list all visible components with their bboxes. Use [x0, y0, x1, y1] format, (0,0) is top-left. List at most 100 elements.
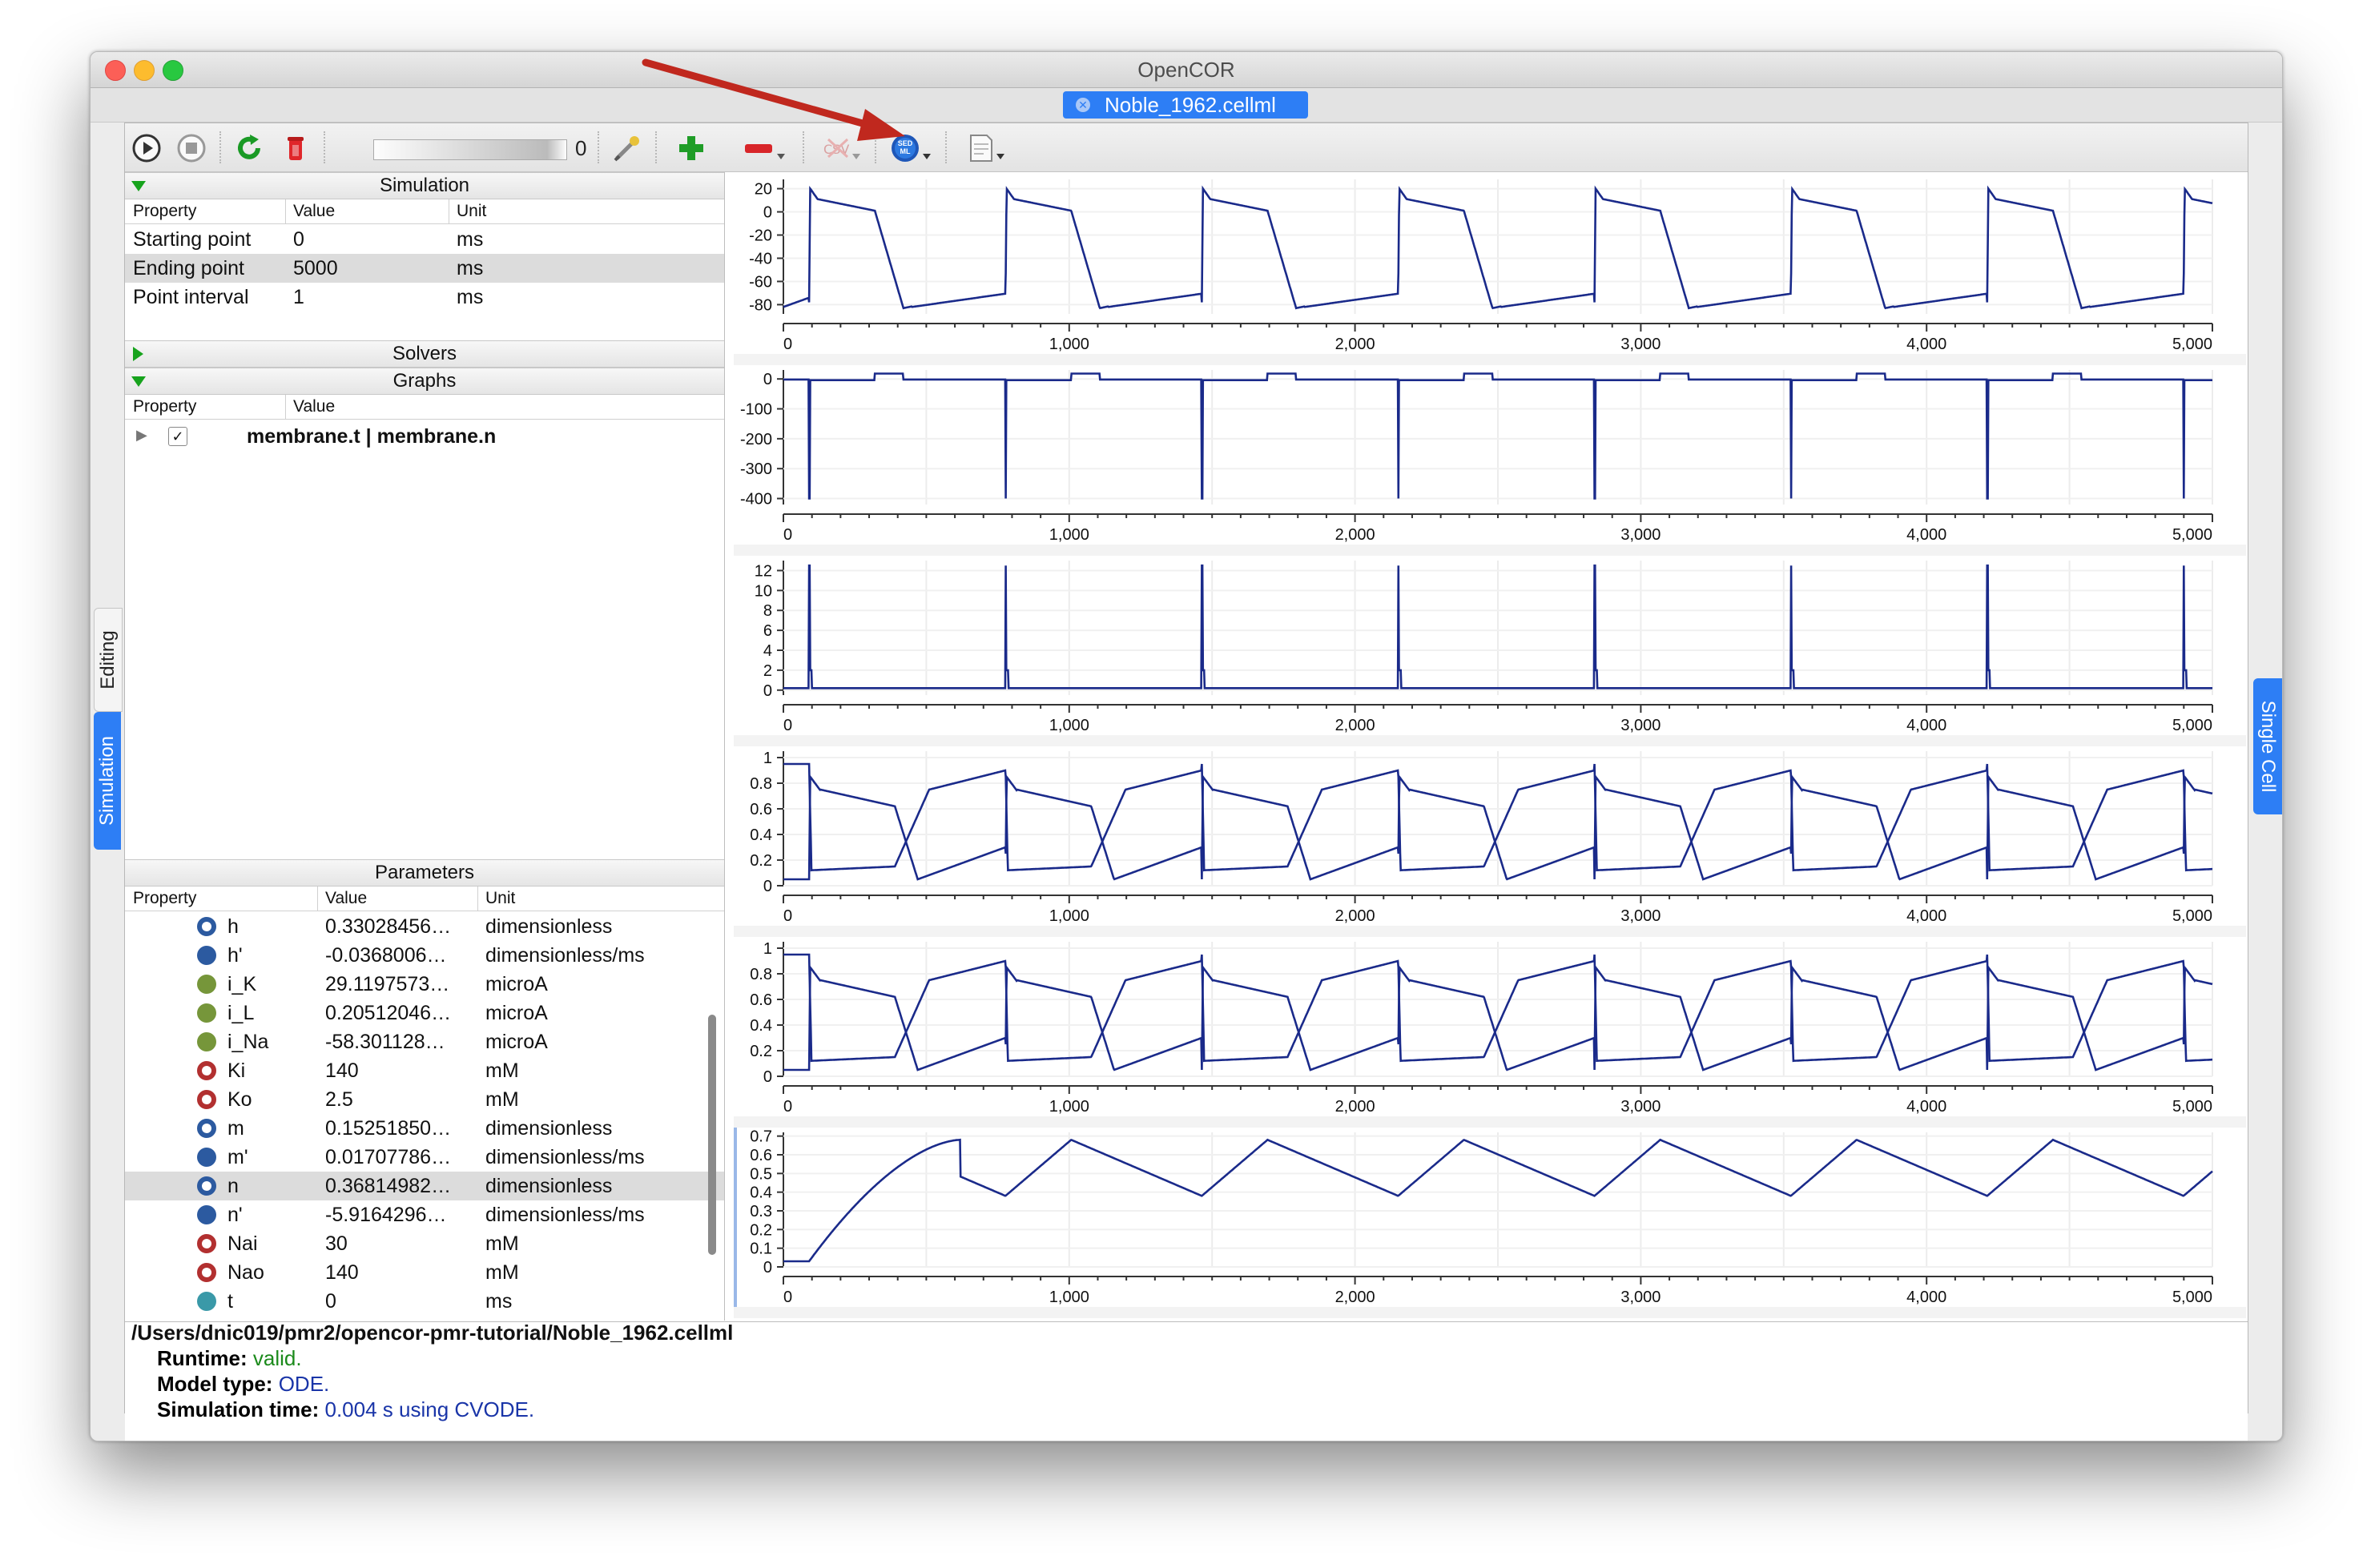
panel-splitter[interactable]: [734, 735, 2246, 746]
y-tick-label: 0.2: [750, 852, 772, 870]
x-tick-label: 2,000: [1335, 526, 1375, 544]
close-tab-icon[interactable]: ✕: [1076, 98, 1090, 112]
stop-icon[interactable]: [176, 133, 207, 163]
graph-item[interactable]: ▶ ✓ membrane.t | membrane.n: [125, 422, 724, 451]
parameter-value[interactable]: 0.15251850…: [325, 1117, 451, 1140]
property-value[interactable]: 1: [293, 286, 304, 309]
sedml-label: SED ML: [897, 139, 913, 155]
graph-panel[interactable]: 1 0.8 0.6 0.4 0.2 00 1,000 2,000 3,000 4,000 5,000: [734, 937, 2246, 1116]
parameter-value[interactable]: 30: [325, 1232, 348, 1256]
parameter-row[interactable]: t 0 ms: [125, 1287, 724, 1316]
graph-panel-bg: [734, 556, 2246, 735]
simulation-data-export-icon[interactable]: [966, 133, 1011, 163]
expand-graph-icon[interactable]: ▶: [136, 427, 147, 444]
clear-icon[interactable]: [280, 133, 311, 163]
graph-panel[interactable]: 1 0.8 0.6 0.4 0.2 00 1,000 2,000 3,000 4,000 5,000: [734, 746, 2246, 926]
progress-value: 0: [575, 136, 587, 160]
parameter-value[interactable]: 2.5: [325, 1088, 353, 1112]
simulation-section-title: Simulation: [379, 175, 470, 196]
simulation-mode-tab[interactable]: Simulation: [94, 712, 121, 850]
parameter-row[interactable]: h' -0.0368006… dimensionless/ms: [125, 941, 724, 970]
column-unit: Unit: [457, 202, 487, 220]
graph-panel[interactable]: 20 0 -20 -40 -60 -80 0 1,000 2,000 3,000 4,000 5,00…: [734, 175, 2246, 354]
parameter-row[interactable]: Nao 140 mM: [125, 1258, 724, 1287]
parameter-row[interactable]: n 0.36814982… dimensionless: [125, 1172, 724, 1200]
parameter-row[interactable]: i_Na -58.301128… microA: [125, 1027, 724, 1056]
add-graph-icon[interactable]: [676, 133, 706, 163]
parameter-row[interactable]: m 0.15251850… dimensionless: [125, 1114, 724, 1143]
graph-panels: 20 0 -20 -40 -60 -80 0 1,000 2,000 3,000 4,000 5,00…: [734, 175, 2246, 1321]
solvers-section-title: Solvers: [392, 343, 457, 364]
parameter-value[interactable]: 140: [325, 1059, 359, 1083]
parameter-type-icon: [197, 946, 216, 965]
graph-panel[interactable]: 12 10 8 6 4 2 00 1,000 2,000 3,000 4,000 5,000: [734, 556, 2246, 735]
console-path: /Users/dnic019/pmr2/opencor-pmr-tutorial…: [131, 1321, 734, 1345]
parameter-row[interactable]: h 0.33028456… dimensionless: [125, 912, 724, 941]
parameter-value[interactable]: 0.01707786…: [325, 1146, 451, 1169]
reset-icon[interactable]: [234, 133, 264, 163]
parameter-type-icon: [197, 1176, 216, 1196]
toolbar-separator: [945, 131, 947, 163]
graph-panel[interactable]: 0 -100 -200 -300 -400 0 1,000 2,000 3,000 4,000 5,…: [734, 365, 2246, 545]
x-tick-label: 2,000: [1335, 1098, 1375, 1116]
graph-panels-svg[interactable]: 200-20-40-60-800 1,000 2,000 3,000 4,000 5,00…: [734, 175, 2246, 1321]
output-console: /Users/dnic019/pmr2/opencor-pmr-tutorial…: [125, 1321, 2248, 1441]
panel-splitter[interactable]: [734, 926, 2246, 937]
file-tab-noble-1962[interactable]: ✕ Noble_1962.cellml: [1063, 91, 1308, 119]
toolbar-separator: [598, 131, 599, 163]
parameters-section-header[interactable]: Parameters: [125, 859, 724, 887]
parameters-scrollbar[interactable]: [708, 1015, 716, 1255]
parameter-name: n: [227, 1175, 239, 1197]
y-tick-label: 12: [755, 562, 772, 580]
panel-splitter[interactable]: [734, 1307, 2246, 1318]
parameter-value[interactable]: -0.0368006…: [325, 944, 447, 967]
simulation-row-starting-point[interactable]: Starting point 0 ms: [125, 225, 724, 254]
development-mode-icon[interactable]: [612, 133, 642, 163]
parameter-row[interactable]: Ko 2.5 mM: [125, 1085, 724, 1114]
simulation-progress-bar: [373, 139, 567, 160]
parameter-row[interactable]: Ki 140 mM: [125, 1056, 724, 1085]
y-tick-label: 0.8: [750, 775, 772, 793]
single-cell-tab[interactable]: Single Cell: [2253, 678, 2282, 814]
csv-export-icon[interactable]: CSV: [820, 133, 865, 163]
parameter-row[interactable]: n' -5.9164296… dimensionless/ms: [125, 1200, 724, 1229]
parameter-row[interactable]: m' 0.01707786… dimensionless/ms: [125, 1143, 724, 1172]
remove-graph-icon[interactable]: [742, 133, 790, 163]
parameter-value[interactable]: 0: [325, 1290, 336, 1313]
parameter-value[interactable]: -5.9164296…: [325, 1204, 447, 1227]
graphs-section-header[interactable]: Graphs: [125, 368, 724, 395]
parameter-value[interactable]: 29.1197573…: [325, 973, 449, 996]
x-tick-label: 0: [783, 907, 792, 925]
parameter-value[interactable]: 0.20512046…: [325, 1002, 451, 1025]
property-value[interactable]: 0: [293, 228, 304, 251]
parameter-value[interactable]: 140: [325, 1261, 359, 1285]
simulation-section-header[interactable]: Simulation: [125, 172, 724, 199]
parameter-row[interactable]: i_K 29.1197573… microA: [125, 970, 724, 999]
x-tick-label: 0: [783, 336, 792, 353]
x-tick-label: 3,000: [1620, 907, 1661, 925]
x-tick-label: 1,000: [1049, 1289, 1089, 1306]
editing-mode-tab[interactable]: Editing: [94, 608, 123, 712]
parameters-column-header: Property Value Unit: [125, 887, 724, 911]
runtime-value: valid.: [252, 1346, 302, 1370]
panel-splitter[interactable]: [734, 354, 2246, 365]
parameter-value[interactable]: 0.36814982…: [325, 1175, 451, 1198]
panel-splitter[interactable]: [734, 545, 2246, 556]
simulation-row-point-interval[interactable]: Point interval 1 ms: [125, 283, 724, 312]
solvers-section-header[interactable]: Solvers: [125, 340, 724, 368]
run-icon[interactable]: [131, 133, 162, 163]
parameter-type-icon: [197, 1263, 216, 1282]
property-label: Ending point: [133, 257, 245, 279]
sedml-export-icon[interactable]: SED ML: [891, 133, 934, 163]
graph-panel[interactable]: 0.70.60.50.40.30.20.100 1,000 2,000 3,000 4,…: [734, 1128, 2246, 1307]
toolbar: 0 CSV SED ML: [125, 123, 2248, 172]
parameter-value[interactable]: -58.301128…: [325, 1031, 445, 1054]
parameter-row[interactable]: Nai 30 mM: [125, 1229, 724, 1258]
graph-checkbox[interactable]: ✓: [168, 427, 187, 446]
panel-splitter[interactable]: [734, 1116, 2246, 1128]
simulation-row-ending-point[interactable]: Ending point 5000 ms: [125, 254, 724, 283]
parameter-value[interactable]: 0.33028456…: [325, 915, 451, 939]
parameter-row[interactable]: i_L 0.20512046… microA: [125, 999, 724, 1027]
parameters-list: h 0.33028456… dimensionless h' -0.0368006… di…: [125, 912, 724, 1321]
property-value[interactable]: 5000: [293, 257, 338, 280]
